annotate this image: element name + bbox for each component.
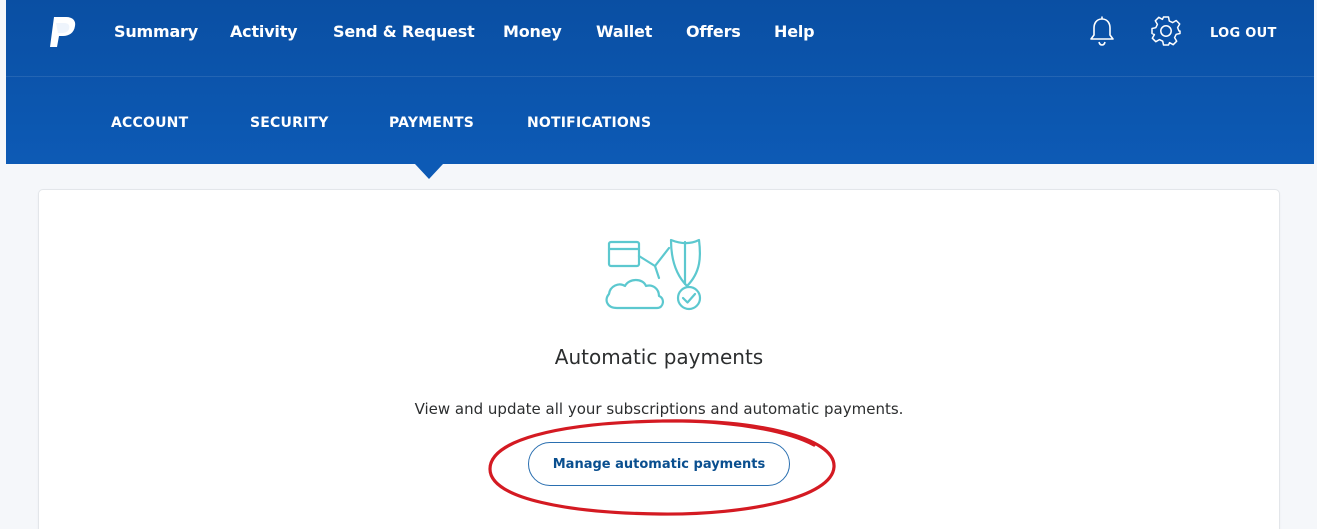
tab-payments[interactable]: PAYMENTS — [389, 115, 474, 131]
automatic-payments-card: Automatic payments View and update all y… — [38, 189, 1280, 529]
manage-automatic-payments-button[interactable]: Manage automatic payments — [528, 442, 790, 486]
tab-security[interactable]: SECURITY — [250, 115, 329, 131]
gear-icon[interactable] — [1149, 14, 1183, 48]
top-navigation: Summary Activity Send & Request Money Wa… — [6, 0, 1314, 77]
nav-money[interactable]: Money — [503, 22, 562, 41]
nav-offers[interactable]: Offers — [686, 22, 741, 41]
card-cloud-shield-icon — [605, 238, 702, 311]
page: Summary Activity Send & Request Money Wa… — [0, 0, 1317, 529]
nav-wallet[interactable]: Wallet — [596, 22, 652, 41]
paypal-logo-icon[interactable] — [44, 14, 80, 50]
tab-notifications[interactable]: NOTIFICATIONS — [527, 115, 651, 131]
nav-activity[interactable]: Activity — [230, 22, 298, 41]
nav-send-request[interactable]: Send & Request — [333, 22, 475, 41]
nav-help[interactable]: Help — [774, 22, 815, 41]
card-description: View and update all your subscriptions a… — [414, 400, 904, 418]
active-tab-indicator — [415, 164, 443, 179]
bell-icon[interactable] — [1085, 14, 1119, 48]
nav-summary[interactable]: Summary — [114, 22, 198, 41]
header: Summary Activity Send & Request Money Wa… — [6, 0, 1314, 164]
tab-account[interactable]: ACCOUNT — [111, 115, 188, 131]
logout-link[interactable]: LOG OUT — [1210, 26, 1277, 41]
card-title: Automatic payments — [554, 345, 764, 369]
